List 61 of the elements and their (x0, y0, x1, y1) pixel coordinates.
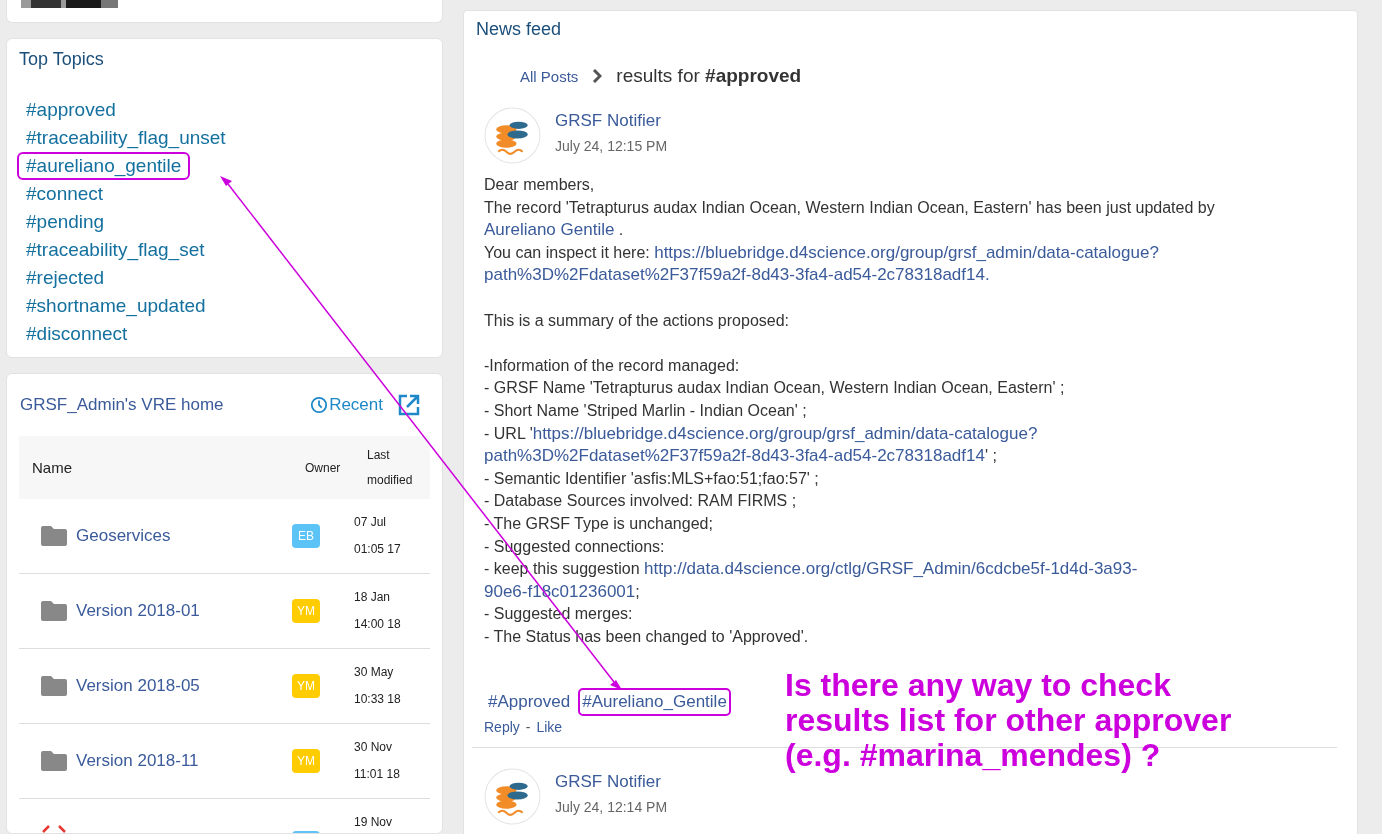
file-link[interactable]: Version 2018-11 (76, 751, 292, 771)
hashtag-link[interactable]: #Aureliano_Gentile (578, 688, 731, 717)
topic-link[interactable]: #approved (17, 96, 125, 124)
body-text: -Information of the record managed: (484, 356, 740, 374)
recent-link[interactable]: Recent (310, 395, 383, 415)
topic-link[interactable]: #shortname_updated (17, 292, 215, 320)
link[interactable]: http://data.d4science.org/ctlg/GRSF_Admin/6cdcbe5f-1d4d-3a93- (644, 559, 1138, 579)
body-text: - Database Sources involved: RAM FIRMS ; (484, 492, 797, 510)
body-text: Aureliano Gentile . (484, 221, 624, 239)
link[interactable]: https://bluebridge.d4science.org/group/grsf_admin/data-catalogue? (532, 423, 1038, 443)
all-posts-link[interactable]: All Posts (520, 67, 579, 85)
file-link[interactable]: Version 2018-05 (76, 676, 292, 696)
modified-date: 07 Jul 01:05 17 (354, 514, 401, 558)
body-text: Dear members, (484, 176, 595, 193)
body-text: - URL 'https://bluebridge.d4science.org/group/grsf_admin/data-catalogue? (484, 424, 1038, 442)
link[interactable]: path%3D%2Fdataset%2F37f59a2f-8d43-3fa4-ad54-2c78318adf14 (484, 446, 985, 466)
action-link[interactable]: Reply (484, 719, 520, 736)
owner-badge: YM (292, 599, 320, 623)
topic-link[interactable]: #connect (17, 180, 113, 208)
topic-link[interactable]: #rejected (17, 264, 114, 292)
file-link[interactable]: Version 2018-01 (76, 601, 292, 621)
file-link[interactable]: Geoservices (76, 526, 292, 546)
topic-link[interactable]: #aureliano_gentile (17, 152, 191, 180)
body-text: - The GRSF Type is unchanged; (484, 514, 713, 532)
separator: - (525, 719, 531, 736)
card-title: News feed (476, 19, 563, 40)
body-text: - keep this suggestion http://data.d4science.org/ctlg/GRSF_Admin/6cdcbe5f-1d4d-3a93- (484, 560, 1138, 578)
link[interactable]: path%3D%2Fdataset%2F37f59a2f-8d43-3fa4-ad54-2c78318adf14. (484, 265, 990, 285)
results-heading: results for #approved (616, 65, 802, 87)
modified-date: 18 Jan 14:00 18 (354, 589, 401, 633)
topic-link[interactable]: #traceability_flag_set (17, 236, 214, 264)
column-header: Name (31, 459, 73, 476)
modified-date: 30 Nov 11:01 18 (354, 739, 400, 783)
author-link[interactable]: GRSF Notifier (555, 111, 668, 131)
column-header: Last modified (367, 446, 414, 489)
body-text: You can inspect it here: https://bluebridge.d4science.org/group/grsf_admin/data-catalogue? (484, 243, 1159, 261)
body-text: The record 'Tetrapturus audax Indian Ocean, Western Indian Ocean, Eastern' has been just updated by (484, 198, 1215, 216)
link[interactable]: https://bluebridge.d4science.org/group/grsf_admin/data-catalogue? (654, 242, 1159, 262)
column-header: Owner (305, 460, 342, 475)
author-link[interactable]: GRSF Notifier (555, 772, 668, 793)
owner-badge: EB (292, 524, 320, 548)
topic-link[interactable]: #traceability_flag_unset (17, 124, 235, 152)
link[interactable]: Aureliano Gentile (484, 220, 615, 240)
body-text: path%3D%2Fdataset%2F37f59a2f-8d43-3fa4-ad54-2c78318adf14' ; (484, 447, 997, 465)
body-text: - Short Name 'Striped Marlin - Indian Ocean' ; (484, 401, 807, 419)
post-time: July 24, 12:14 PM (555, 799, 668, 816)
action-link[interactable]: Like (536, 719, 563, 736)
hashtag-link[interactable]: #Approved (484, 688, 575, 717)
card-title: GRSF_Admin's VRE home (20, 395, 225, 415)
annotation-text: Is there any way to check results list for other approver (e.g. #marina_mendes) ? (785, 668, 1232, 773)
body-text: - Semantic Identifier 'asfis:MLS+fao:51;fao:57' ; (484, 469, 819, 487)
modified-date: 30 May 10:33 18 (354, 664, 401, 708)
modified-date: 19 Nov (354, 814, 393, 831)
topic-link[interactable]: #disconnect (17, 320, 137, 348)
post-time: July 24, 12:15 PM (555, 138, 668, 154)
body-text: This is a summary of the actions proposed: (484, 311, 790, 329)
body-text: - GRSF Name 'Tetrapturus audax Indian Ocean, Western Indian Ocean, Eastern' ; (484, 379, 1065, 397)
topic-link[interactable]: #pending (17, 208, 114, 236)
owner-badge: YM (292, 674, 320, 698)
card-title: Top Topics (19, 49, 105, 70)
owner-badge: YM (292, 749, 320, 773)
